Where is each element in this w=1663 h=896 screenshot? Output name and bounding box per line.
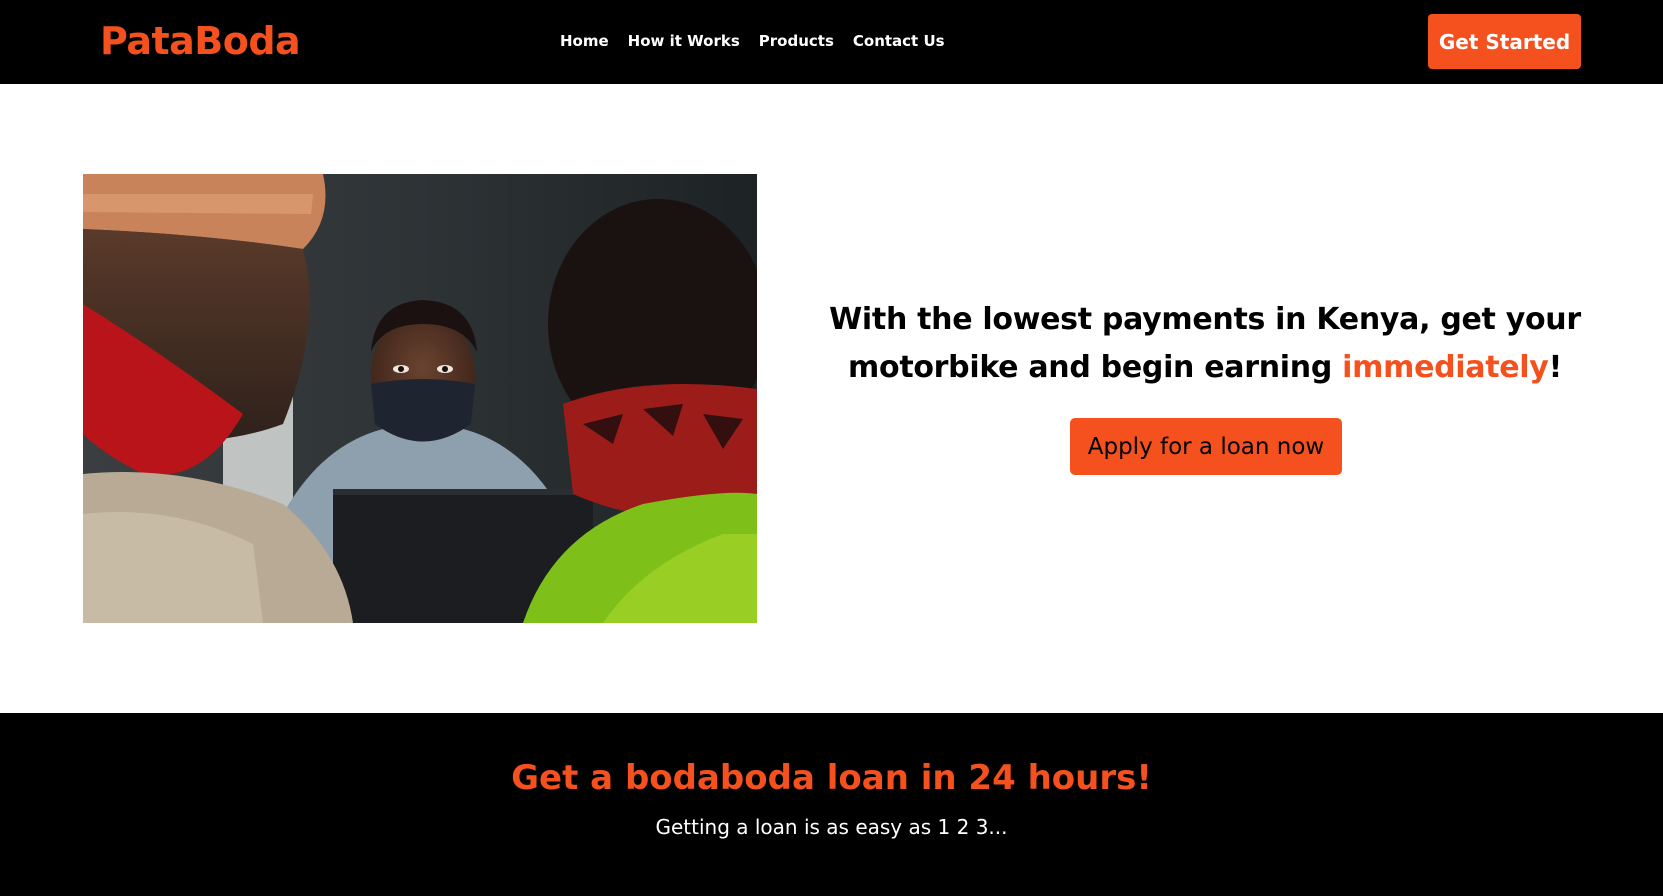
hero-headline-accent: immediately xyxy=(1342,350,1549,385)
hero-headline: With the lowest payments in Kenya, get y… xyxy=(810,296,1600,392)
nav-link-products[interactable]: Products xyxy=(759,30,834,52)
nav-link-contact-us[interactable]: Contact Us xyxy=(853,30,945,52)
hero-headline-block: With the lowest payments in Kenya, get y… xyxy=(810,296,1600,392)
top-navbar: PataBoda Home How it Works Products Cont… xyxy=(0,0,1663,84)
hero-photo xyxy=(83,174,757,623)
hero-photo-illustration xyxy=(83,174,757,623)
apply-loan-button[interactable]: Apply for a loan now xyxy=(1070,418,1342,475)
brand-logo[interactable]: PataBoda xyxy=(100,16,301,66)
nav-link-how-it-works[interactable]: How it Works xyxy=(628,30,740,52)
steps-subtitle: Getting a loan is as easy as 1 2 3... xyxy=(655,815,1008,839)
nav-link-home[interactable]: Home xyxy=(560,30,609,52)
steps-title: Get a bodaboda loan in 24 hours! xyxy=(511,758,1152,798)
main-nav: Home How it Works Products Contact Us xyxy=(560,30,945,52)
steps-section: Get a bodaboda loan in 24 hours! Getting… xyxy=(0,713,1663,896)
get-started-button[interactable]: Get Started xyxy=(1428,14,1581,69)
hero-headline-end: ! xyxy=(1548,350,1563,385)
